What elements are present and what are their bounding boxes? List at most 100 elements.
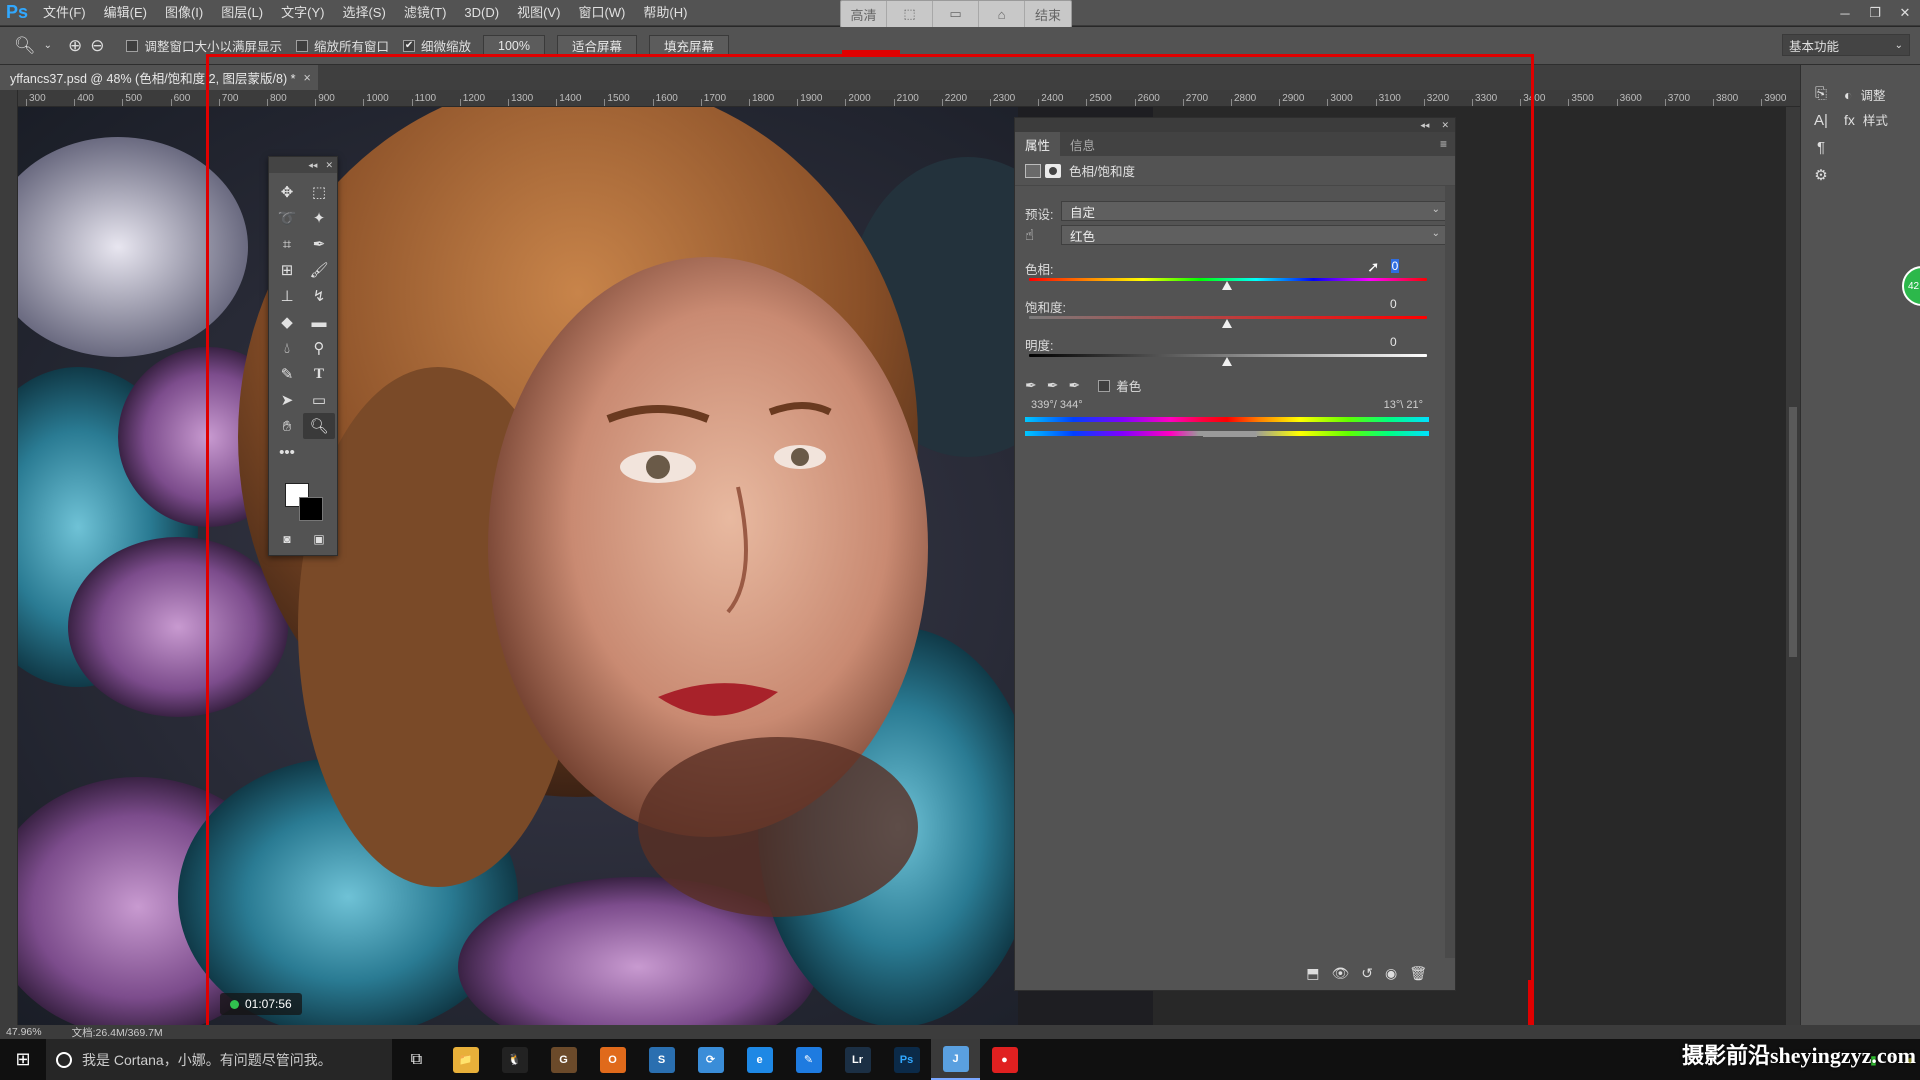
workspace-select[interactable]: 基本功能 ⌄ <box>1782 34 1910 56</box>
background-color-swatch[interactable] <box>299 497 323 521</box>
windows-start-icon[interactable]: ⊞ <box>0 1039 46 1080</box>
taskbar-app-office[interactable]: O <box>588 1039 637 1080</box>
styles-panel-button[interactable]: fx 样式 <box>1844 110 1888 129</box>
properties-icon[interactable]: ⚙ <box>1814 166 1827 184</box>
lightness-value[interactable]: 0 <box>1390 335 1430 349</box>
resize-windows-checkbox[interactable]: 调整窗口大小以满屏显示 <box>126 36 282 55</box>
taskbar-app-game[interactable]: G <box>539 1039 588 1080</box>
zoom-tool-icon[interactable]: 🔍︎ <box>303 413 335 439</box>
taskbar-app-qq[interactable]: 🐧 <box>490 1039 539 1080</box>
taskbar-app-app-sync[interactable]: ⟳ <box>686 1039 735 1080</box>
zoom-in-icon[interactable]: ⊕ <box>68 36 82 56</box>
hue-value[interactable]: 0 <box>1391 259 1399 273</box>
move-tool-icon[interactable]: ✥ <box>271 179 303 205</box>
gradient-tool-icon[interactable]: ▬ <box>303 309 335 335</box>
preset-dropdown[interactable]: 自定 ⌄ <box>1061 201 1447 221</box>
menu-item[interactable]: 图层(L) <box>212 0 272 26</box>
path-select-tool-icon[interactable]: ➤ <box>271 387 303 413</box>
panel-menu-icon[interactable]: ≡ <box>1440 137 1447 151</box>
dodge-tool-icon[interactable]: ⚲ <box>303 335 335 361</box>
channel-dropdown[interactable]: 红色 ⌄ <box>1061 225 1447 245</box>
eyedropper-add-icon[interactable]: ✒ <box>1047 377 1059 394</box>
blur-tool-icon[interactable]: 💧︎ <box>271 335 303 361</box>
close-tab-icon[interactable]: × <box>303 71 310 85</box>
document-info[interactable]: 文档:26.4M/369.7M <box>72 1025 163 1040</box>
mask-icon[interactable] <box>1045 163 1061 178</box>
eyedropper-icon[interactable]: ✒ <box>1025 377 1037 394</box>
scrollbar-thumb[interactable] <box>1789 407 1797 657</box>
cortana-search[interactable]: 我是 Cortana，小娜。有问题尽管问我。 <box>46 1039 392 1080</box>
eyedropper-subtract-icon[interactable]: ✒ <box>1068 377 1080 394</box>
screen-mode-icon[interactable]: ▣ <box>305 529 333 549</box>
eraser-tool-icon[interactable]: ◆ <box>271 309 303 335</box>
type-tool-icon[interactable]: T <box>303 361 335 387</box>
taskbar-app-file-explorer[interactable]: 📁 <box>441 1039 490 1080</box>
range-slider[interactable] <box>1025 424 1429 437</box>
more-tools-icon[interactable]: ••• <box>271 439 303 465</box>
rectangle-tool-icon[interactable]: ▭ <box>303 387 335 413</box>
fit-screen-button[interactable]: 适合屏幕 <box>557 34 638 57</box>
window-icon[interactable]: ▭ <box>933 1 979 27</box>
menu-item[interactable]: 文字(Y) <box>272 0 333 26</box>
taskbar-app-app-blue[interactable]: S <box>637 1039 686 1080</box>
brush-tool-icon[interactable]: 🖌︎ <box>303 257 335 283</box>
character-icon[interactable]: A| <box>1814 112 1828 129</box>
close-icon[interactable]: ✕ <box>1441 120 1449 131</box>
quick-mask-icon[interactable]: ◙ <box>273 529 301 549</box>
history-brush-tool-icon[interactable]: ↯ <box>303 283 335 309</box>
hd-button[interactable]: 高清 <box>841 1 887 27</box>
zoom-value-button[interactable]: 100% <box>483 34 546 57</box>
adjustments-panel-button[interactable]: ◐ 调整 <box>1844 85 1888 104</box>
reset-icon[interactable]: ↺ <box>1361 965 1373 982</box>
minimize-icon[interactable]: ─ <box>1830 0 1860 26</box>
pen-tool-icon[interactable]: ✎ <box>271 361 303 387</box>
trash-icon[interactable]: 🗑︎ <box>1409 965 1427 982</box>
zoom-readout[interactable]: 47.96% <box>6 1026 42 1038</box>
taskbar-app-app-pen[interactable]: ✎ <box>784 1039 833 1080</box>
marquee-tool-icon[interactable]: ⬚ <box>303 179 335 205</box>
tab-properties[interactable]: 属性 <box>1015 132 1061 156</box>
colorize-checkbox[interactable]: 着色 <box>1098 376 1141 395</box>
saturation-value[interactable]: 0 <box>1390 297 1430 311</box>
chevron-down-icon[interactable]: ⌄ <box>44 40 52 51</box>
close-icon[interactable]: ✕ <box>325 160 333 171</box>
taskbar-app-recorder[interactable]: ● <box>980 1039 1029 1080</box>
hand-tool-icon[interactable]: ✋︎ <box>271 413 303 439</box>
menu-item[interactable]: 3D(D) <box>455 0 508 26</box>
end-button[interactable]: 结束 <box>1025 1 1071 27</box>
stamp-tool-icon[interactable]: ⊥ <box>271 283 303 309</box>
menu-item[interactable]: 选择(S) <box>333 0 394 26</box>
tab-info[interactable]: 信息 <box>1060 132 1105 156</box>
healing-tool-icon[interactable]: ⊞ <box>271 257 303 283</box>
menu-item[interactable]: 编辑(E) <box>95 0 156 26</box>
adjustment-icon[interactable] <box>1025 163 1041 178</box>
history-icon[interactable]: ⎘ <box>1815 85 1827 102</box>
magic-wand-tool-icon[interactable]: ✦ <box>303 205 335 231</box>
clip-to-layer-icon[interactable]: ⬒ <box>1306 965 1319 982</box>
zoom-tool-icon[interactable]: 🔍︎ <box>14 36 36 56</box>
home-icon[interactable]: ⌂ <box>979 1 1025 27</box>
close-icon[interactable]: ✕ <box>1890 0 1920 26</box>
lightness-slider-thumb[interactable] <box>1222 357 1232 366</box>
taskbar-app-browser[interactable]: e <box>735 1039 784 1080</box>
panel-scrollbar[interactable] <box>1445 186 1455 958</box>
hue-slider-thumb[interactable] <box>1222 281 1232 290</box>
visibility-icon[interactable]: ◉ <box>1385 965 1397 982</box>
tools-panel-header[interactable]: ◂◂ ✕ <box>269 157 337 173</box>
document-tab[interactable]: yffancs37.psd @ 48% (色相/饱和度 2, 图层蒙版/8) *… <box>0 65 318 90</box>
fill-screen-button[interactable]: 填充屏幕 <box>649 34 730 57</box>
menu-item[interactable]: 视图(V) <box>508 0 569 26</box>
menu-item[interactable]: 滤镜(T) <box>395 0 456 26</box>
region-select-icon[interactable]: ⬚ <box>887 1 933 27</box>
taskbar-app-photoshop[interactable]: Ps <box>882 1039 931 1080</box>
taskbar-app-lightroom[interactable]: Lr <box>833 1039 882 1080</box>
menu-item[interactable]: 文件(F) <box>34 0 95 26</box>
menu-item[interactable]: 帮助(H) <box>634 0 696 26</box>
collapse-icon[interactable]: ◂◂ <box>1420 120 1429 131</box>
menu-item[interactable]: 图像(I) <box>156 0 212 26</box>
vertical-scrollbar[interactable] <box>1786 107 1800 1025</box>
saturation-slider-thumb[interactable] <box>1222 319 1232 328</box>
zoom-all-checkbox[interactable]: 缩放所有窗口 <box>296 36 389 55</box>
menu-item[interactable]: 窗口(W) <box>569 0 634 26</box>
properties-panel-header[interactable]: ◂◂ ✕ <box>1015 118 1455 132</box>
